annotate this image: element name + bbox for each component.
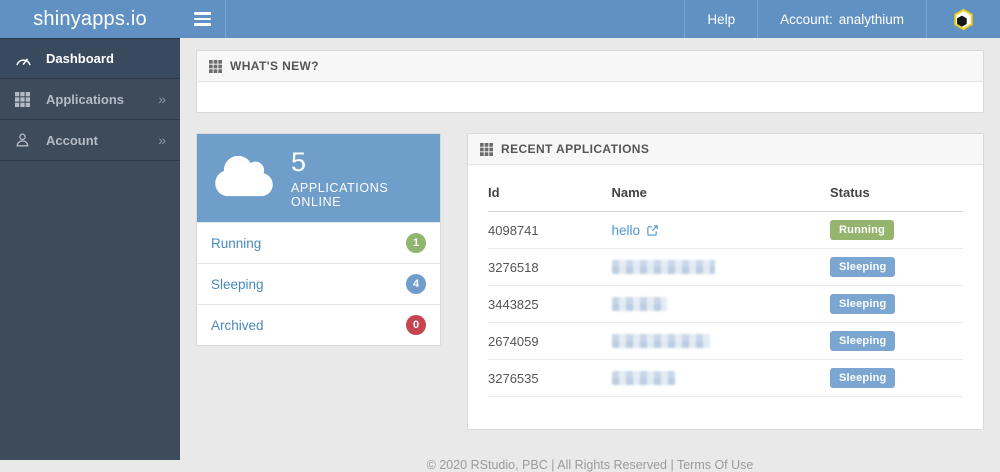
- column-header-id: Id: [488, 179, 612, 212]
- whats-new-header: WHAT'S NEW?: [197, 51, 983, 82]
- app-id: 4098741: [488, 211, 612, 249]
- main-content: WHAT'S NEW? 5 APPLICATIONS ONLINE Runnin…: [180, 38, 1000, 472]
- app-id: 3276535: [488, 359, 612, 397]
- redacted-app-name: [611, 334, 710, 348]
- app-id: 3276518: [488, 248, 612, 286]
- table-row: 4098741 hello Running: [488, 211, 963, 249]
- status-badge: Sleeping: [830, 368, 896, 388]
- redacted-app-name: [611, 371, 675, 385]
- dashboard-columns: 5 APPLICATIONS ONLINE Running 1 Sleeping…: [196, 133, 984, 430]
- brand-logo[interactable]: shinyapps.io: [0, 0, 180, 38]
- applications-summary-widget: 5 APPLICATIONS ONLINE Running 1 Sleeping…: [196, 133, 441, 346]
- column-header-name: Name: [611, 179, 830, 212]
- status-badge: Sleeping: [830, 331, 896, 351]
- column-header-status: Status: [830, 179, 963, 212]
- sidebar-item-applications[interactable]: Applications »: [0, 79, 180, 120]
- app-id: 2674059: [488, 322, 612, 360]
- grid-icon: [209, 59, 222, 73]
- applications-online-box: 5 APPLICATIONS ONLINE: [197, 134, 440, 222]
- sidebar-item-label: Dashboard: [46, 51, 114, 66]
- footer-copyright: © 2020 RStudio, PBC | All Rights Reserve…: [426, 458, 754, 472]
- sidebar-item-label: Account: [46, 132, 98, 148]
- account-name: analythium: [838, 11, 904, 27]
- analythium-logo: [926, 0, 1000, 38]
- dashboard-gauge-icon: [15, 50, 34, 67]
- hexagon-logo-icon: [954, 8, 973, 30]
- panel-title: WHAT'S NEW?: [230, 59, 320, 73]
- recent-applications-header: RECENT APPLICATIONS: [468, 134, 983, 165]
- table-row: 3276535 Sleeping: [488, 359, 963, 397]
- chevron-right-icon: »: [158, 91, 166, 107]
- table-row: 2674059 Sleeping: [488, 322, 963, 360]
- recent-applications-panel: RECENT APPLICATIONS Id Name Status 40987…: [467, 133, 984, 430]
- redacted-app-name: [611, 297, 667, 311]
- status-badge: Running: [830, 220, 894, 240]
- account-menu[interactable]: Account: analythium: [757, 0, 926, 38]
- table-row: 3276518 Sleeping: [488, 248, 963, 286]
- recent-applications-body: Id Name Status 4098741 hello Running 327…: [468, 165, 983, 429]
- chevron-right-icon: »: [158, 132, 166, 148]
- table-row: 3443825 Sleeping: [488, 285, 963, 323]
- panel-title: RECENT APPLICATIONS: [501, 142, 650, 156]
- grid-icon: [15, 91, 34, 108]
- user-icon: [15, 132, 34, 149]
- whats-new-panel: WHAT'S NEW?: [196, 50, 984, 113]
- archived-count-badge: 0: [406, 315, 426, 335]
- table-header-row: Id Name Status: [488, 179, 963, 212]
- external-link-icon: [647, 224, 658, 236]
- hamburger-icon: [194, 12, 211, 15]
- sidebar-item-dashboard[interactable]: Dashboard: [0, 38, 180, 79]
- account-label: Account:: [780, 11, 833, 27]
- archived-link[interactable]: Archived: [211, 318, 264, 333]
- online-count: 5: [291, 146, 307, 177]
- status-badge: Sleeping: [830, 257, 896, 277]
- navbar-spacer: [226, 0, 684, 38]
- cloud-icon: [213, 153, 275, 204]
- sidebar-item-account[interactable]: Account »: [0, 120, 180, 161]
- sidebar-item-label: Applications: [46, 91, 125, 107]
- top-navbar: shinyapps.io Help Account: analythium: [0, 0, 1000, 38]
- status-badge: Sleeping: [830, 294, 896, 314]
- sidebar: Dashboard Applications » Account »: [0, 38, 180, 460]
- running-link[interactable]: Running: [211, 236, 261, 251]
- sidebar-toggle-button[interactable]: [180, 0, 226, 38]
- sleeping-count-badge: 4: [406, 274, 426, 294]
- help-link[interactable]: Help: [684, 0, 757, 38]
- grid-icon: [480, 142, 493, 156]
- app-name-link[interactable]: hello: [612, 223, 660, 238]
- summary-row-sleeping[interactable]: Sleeping 4: [197, 263, 440, 304]
- summary-text: 5 APPLICATIONS ONLINE: [291, 147, 424, 209]
- redacted-app-name: [611, 260, 715, 274]
- summary-row-running[interactable]: Running 1: [197, 222, 440, 263]
- summary-row-archived[interactable]: Archived 0: [197, 304, 440, 345]
- running-count-badge: 1: [406, 233, 426, 253]
- online-caption: APPLICATIONS ONLINE: [291, 181, 389, 210]
- applications-table: Id Name Status 4098741 hello Running 327…: [488, 179, 963, 397]
- whats-new-body: [197, 82, 983, 112]
- app-id: 3443825: [488, 285, 612, 323]
- sleeping-link[interactable]: Sleeping: [211, 277, 264, 292]
